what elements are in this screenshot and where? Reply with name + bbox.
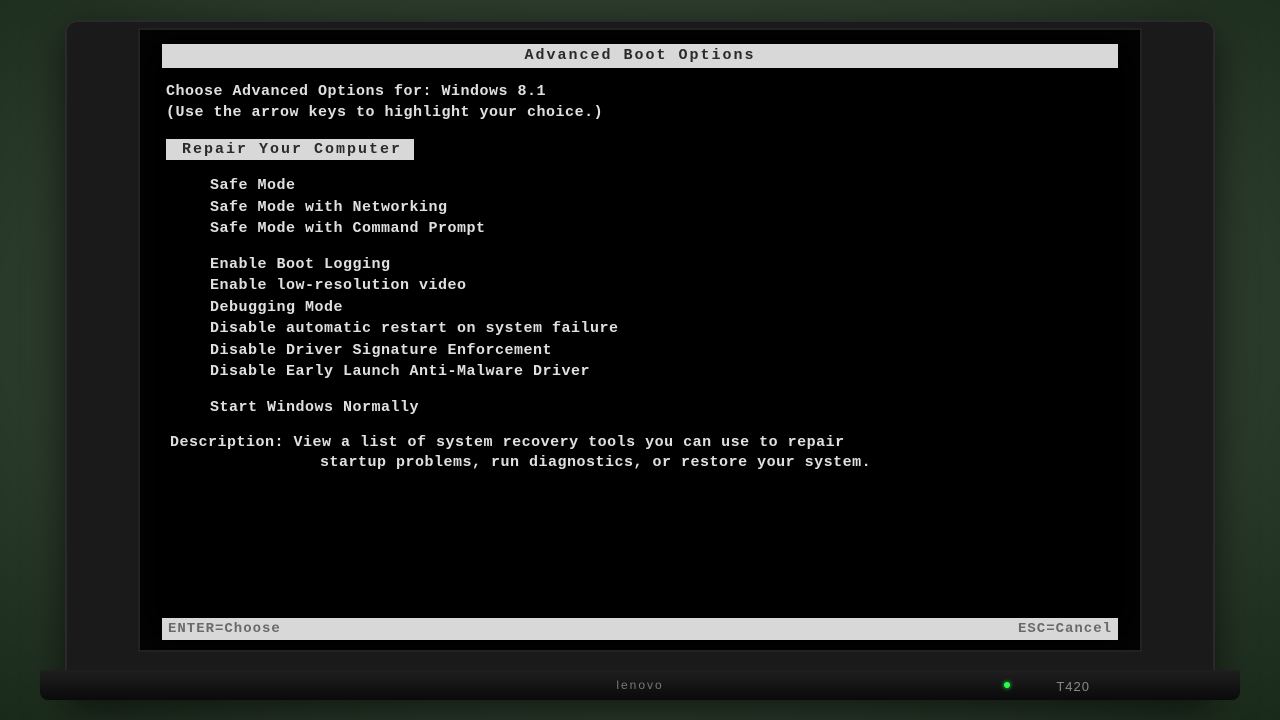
description-block: Description: View a list of system recov… bbox=[170, 433, 1118, 472]
option-disable-auto-restart[interactable]: Disable automatic restart on system fail… bbox=[210, 319, 1118, 339]
prompt-hint: (Use the arrow keys to highlight your ch… bbox=[166, 103, 1118, 123]
option-group: Safe Mode Safe Mode with Networking Safe… bbox=[210, 176, 1118, 239]
option-start-normally[interactable]: Start Windows Normally bbox=[210, 398, 1118, 418]
description-line2: startup problems, run diagnostics, or re… bbox=[320, 453, 1118, 473]
option-debugging-mode[interactable]: Debugging Mode bbox=[210, 298, 1118, 318]
option-group: Enable Boot Logging Enable low-resolutio… bbox=[210, 255, 1118, 382]
brand-label: lenovo bbox=[616, 678, 663, 692]
options-list: Safe Mode Safe Mode with Networking Safe… bbox=[210, 176, 1118, 417]
power-led-icon bbox=[1004, 682, 1010, 688]
option-safe-mode-command-prompt[interactable]: Safe Mode with Command Prompt bbox=[210, 219, 1118, 239]
photo-background: Advanced Boot Options Choose Advanced Op… bbox=[0, 0, 1280, 720]
description-label: Description: bbox=[170, 434, 294, 451]
option-disable-elam[interactable]: Disable Early Launch Anti-Malware Driver bbox=[210, 362, 1118, 382]
boot-screen: Advanced Boot Options Choose Advanced Op… bbox=[140, 30, 1140, 650]
option-disable-driver-sig[interactable]: Disable Driver Signature Enforcement bbox=[210, 341, 1118, 361]
bottom-bar: ENTER=Choose ESC=Cancel bbox=[162, 618, 1118, 640]
os-name: Windows 8.1 bbox=[442, 83, 547, 100]
option-safe-mode[interactable]: Safe Mode bbox=[210, 176, 1118, 196]
option-repair-your-computer[interactable]: Repair Your Computer bbox=[166, 139, 414, 161]
prompt-line: Choose Advanced Options for: Windows 8.1 bbox=[166, 82, 1118, 102]
screen-body: Choose Advanced Options for: Windows 8.1… bbox=[162, 68, 1118, 604]
model-label: T420 bbox=[1056, 679, 1090, 694]
option-enable-boot-logging[interactable]: Enable Boot Logging bbox=[210, 255, 1118, 275]
option-group: Start Windows Normally bbox=[210, 398, 1118, 418]
laptop-frame: Advanced Boot Options Choose Advanced Op… bbox=[65, 20, 1215, 700]
option-safe-mode-networking[interactable]: Safe Mode with Networking bbox=[210, 198, 1118, 218]
laptop-base: lenovo T420 bbox=[40, 670, 1240, 700]
option-enable-low-res-video[interactable]: Enable low-resolution video bbox=[210, 276, 1118, 296]
hint-esc: ESC=Cancel bbox=[1018, 620, 1112, 638]
prompt-label: Choose Advanced Options for: bbox=[166, 83, 442, 100]
description-line1: View a list of system recovery tools you… bbox=[294, 434, 845, 451]
hint-enter: ENTER=Choose bbox=[168, 620, 281, 638]
title-bar: Advanced Boot Options bbox=[162, 44, 1118, 68]
